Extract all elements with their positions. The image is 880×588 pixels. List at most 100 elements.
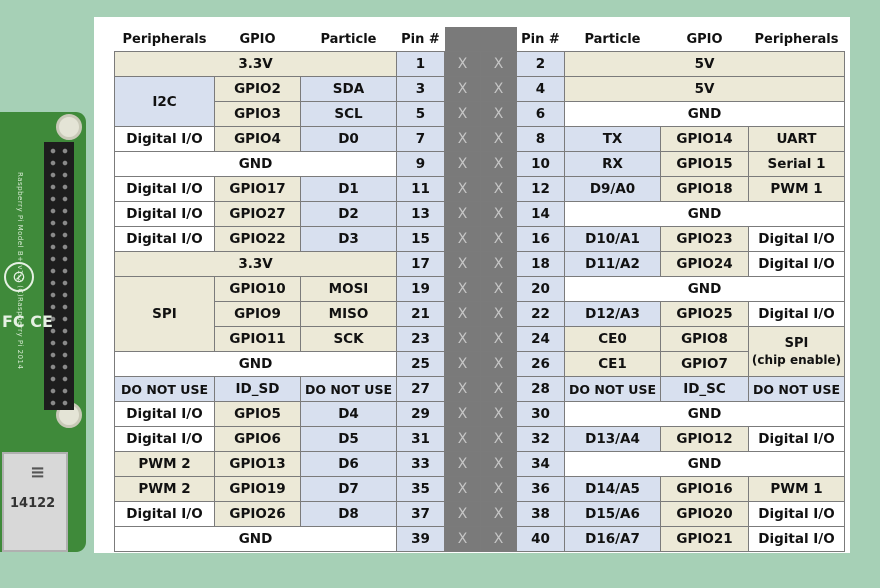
particle-right-cell: CE0 [564,326,661,352]
gpio-right-cell: GPIO15 [660,151,749,177]
particle-left-cell: D5 [300,426,397,452]
x-mark-right: X [480,51,517,77]
x-mark-left: X [444,201,481,227]
gpio-right-cell: GPIO18 [660,176,749,202]
particle-right-cell: D10/A1 [564,226,661,252]
pin-number-right: 22 [516,301,565,327]
particle-left-cell: D2 [300,201,397,227]
pin-number-right: 8 [516,126,565,152]
pin-number-right: 26 [516,351,565,377]
pin-number-right: 18 [516,251,565,277]
particle-left-cell: D7 [300,476,397,502]
header-left-gpio: GPIO [239,31,276,47]
pinout-table: Peripherals GPIO Particle Pin # Pin # Pa… [114,27,845,552]
gpio-left-cell: GPIO2 [214,76,301,102]
pin-number-right: 12 [516,176,565,202]
periph-left-cell: Digital I/O [114,401,215,427]
periph-left-cell: Digital I/O [114,176,215,202]
particle-left-cell: MOSI [300,276,397,302]
ethernet-icon: ≡ [30,462,46,483]
x-mark-right: X [480,476,517,502]
x-mark-left: X [444,476,481,502]
x-mark-left: X [444,151,481,177]
pin-number-right: 10 [516,151,565,177]
periph-right-cell: DO NOT USE [748,376,845,402]
pin-row: Digital I/O GPIO27 D2 13 X X 14 GND [114,201,845,227]
pin-number-left: 27 [396,376,445,402]
periph-right-cell: Serial 1 [748,151,845,177]
pin-number-left: 1 [396,51,445,77]
gpio-right-cell: GPIO8 [660,326,749,352]
pin-number-left: 35 [396,476,445,502]
spi-chip-enable-subtitle: (chip enable) [751,352,842,367]
particle-left-cell: MISO [300,301,397,327]
gpio-right-cell: GPIO21 [660,526,749,552]
right-power-cell: 5V [564,51,845,77]
header-right-peripherals: Peripherals [754,31,839,47]
gpio-left-cell: GPIO17 [214,176,301,202]
pin-row: GND 39 X X 40 D16/A7 GPIO21 Digital I/O [114,526,845,552]
pin-number-left: 7 [396,126,445,152]
ce-mark-icon: FC CE [2,312,53,331]
left-power-cell: 3.3V [114,51,397,77]
particle-right-cell: TX [564,126,661,152]
x-mark-left: X [444,401,481,427]
raspberry-pi-board: Raspberry Pi Model B+ v1.2 (C)Raspberry … [0,112,86,552]
gpio-right-cell: GPIO12 [660,426,749,452]
x-mark-left: X [444,426,481,452]
pin-row: Digital I/O GPIO22 D3 15 X X 16 D10/A1 G… [114,226,845,252]
pin-row: PWM 2 GPIO13 D6 33 X X 34 GND [114,451,845,477]
periph-left-cell: Digital I/O [114,226,215,252]
pin-number-right: 16 [516,226,565,252]
x-mark-left: X [444,501,481,527]
x-mark-right: X [480,276,517,302]
x-mark-right: X [480,251,517,277]
particle-right-cell: RX [564,151,661,177]
x-mark-right: X [480,326,517,352]
pin-number-left: 15 [396,226,445,252]
header-right-gpio: GPIO [686,31,723,47]
pin-number-right: 40 [516,526,565,552]
pin-number-left: 37 [396,501,445,527]
spi-group-cell: SPI [114,276,215,352]
periph-left-cell: Digital I/O [114,201,215,227]
pin-number-left: 31 [396,426,445,452]
periph-right-cell: Digital I/O [748,301,845,327]
gpio-left-cell: GPIO13 [214,451,301,477]
x-mark-right: X [480,151,517,177]
x-mark-right: X [480,176,517,202]
left-ground-cell: GND [114,151,397,177]
right-ground-cell: GND [564,276,845,302]
pin-number-right: 2 [516,51,565,77]
pin-number-left: 3 [396,76,445,102]
gpio-left-cell: GPIO10 [214,276,301,302]
periph-left-cell: Digital I/O [114,501,215,527]
header-left-particle: Particle [320,31,377,47]
particle-right-cell: D16/A7 [564,526,661,552]
x-mark-left: X [444,251,481,277]
x-mark-left: X [444,451,481,477]
periph-right-cell: Digital I/O [748,251,845,277]
spi-chip-enable-group-cell: SPI (chip enable) [748,326,845,377]
gpio-right-cell: ID_SC [660,376,749,402]
x-mark-right: X [480,376,517,402]
x-mark-left: X [444,326,481,352]
pin-row: PWM 2 GPIO19 D7 35 X X 36 D14/A5 GPIO16 … [114,476,845,502]
right-ground-cell: GND [564,201,845,227]
mounting-hole-top [56,114,82,140]
right-ground-cell: GND [564,401,845,427]
gpio-left-cell: GPIO19 [214,476,301,502]
pin-number-left: 25 [396,351,445,377]
x-mark-right: X [480,76,517,102]
gpio-right-cell: GPIO25 [660,301,749,327]
header-right-particle: Particle [584,31,641,47]
left-ground-cell: GND [114,351,397,377]
gpio-right-cell: GPIO7 [660,351,749,377]
particle-right-cell: CE1 [564,351,661,377]
pin-row: GND 9 X X 10 RX GPIO15 Serial 1 [114,151,845,177]
gpio-right-cell: GPIO20 [660,501,749,527]
gpio-left-cell: GPIO6 [214,426,301,452]
periph-right-cell: PWM 1 [748,476,845,502]
gpio-right-cell: GPIO24 [660,251,749,277]
header-x-left [444,27,481,52]
